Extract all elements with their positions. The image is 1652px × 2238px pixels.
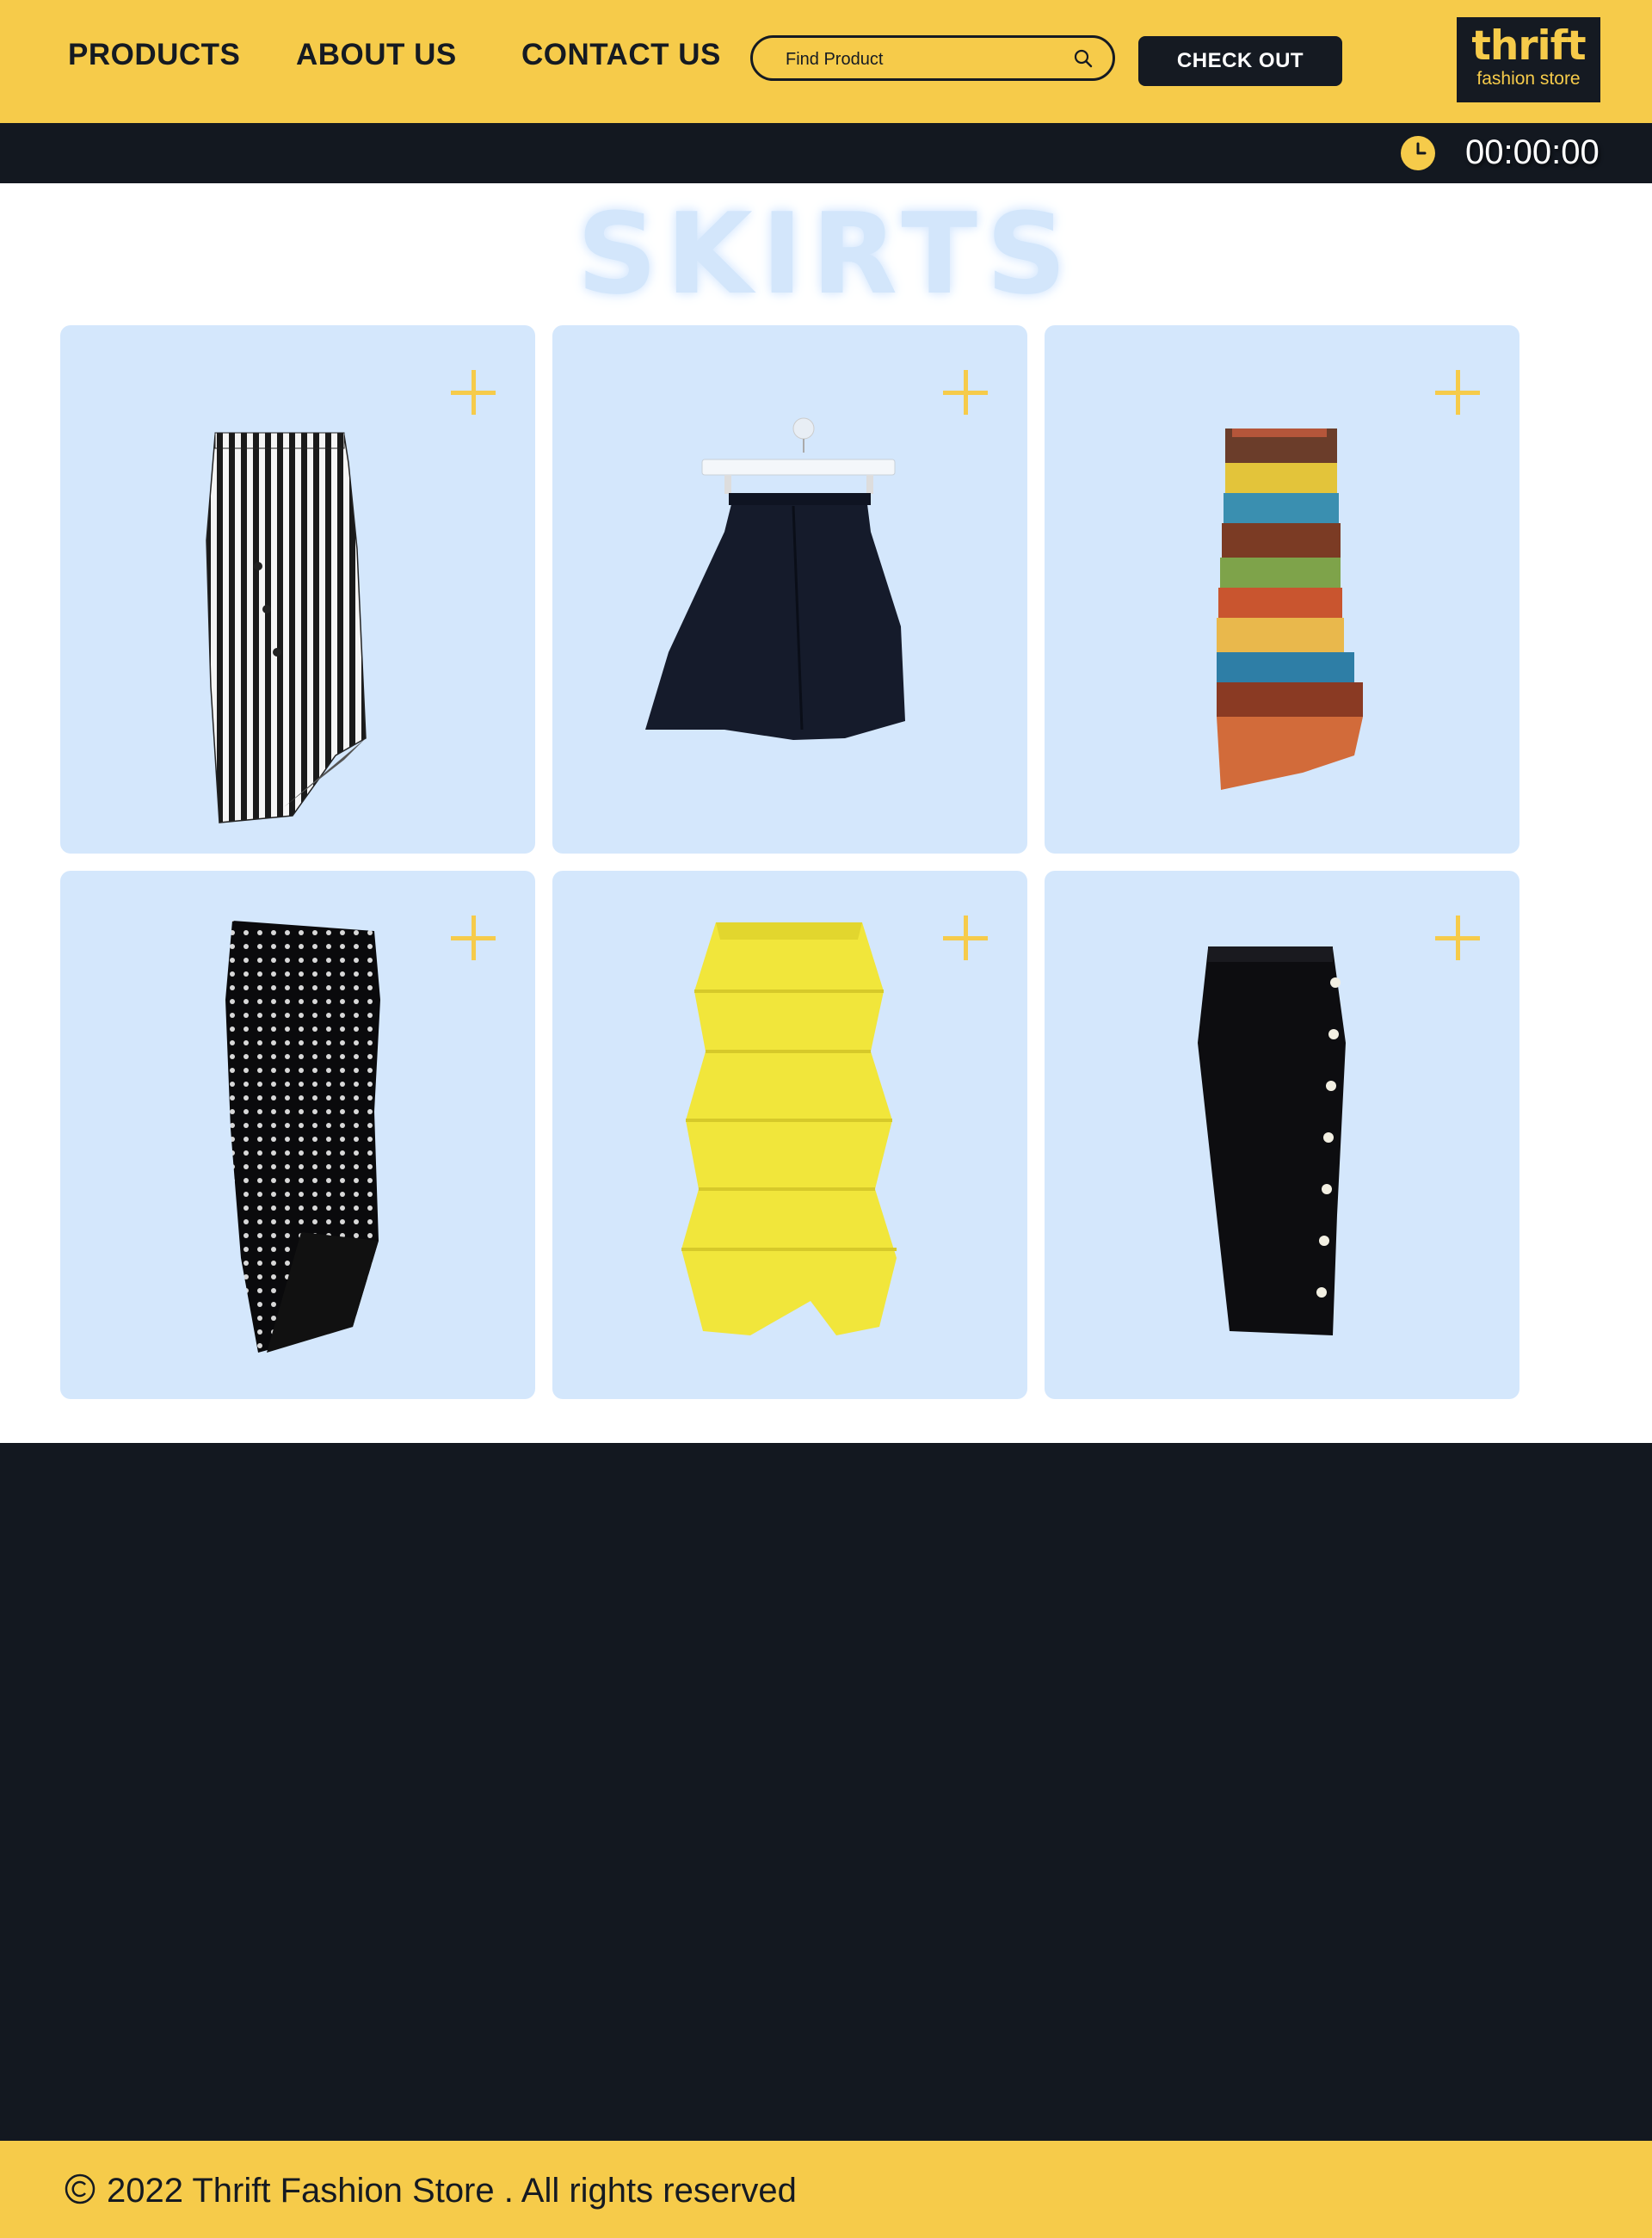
timer-display: 00:00:00 (1465, 133, 1600, 171)
add-to-cart-plus-icon[interactable] (451, 370, 496, 415)
search-icon[interactable] (1073, 48, 1094, 69)
timer-bar: 00:00:00 (0, 123, 1652, 183)
nav-products[interactable]: PRODUCTS (68, 38, 240, 72)
search-input[interactable] (784, 46, 1063, 73)
product-card[interactable] (1045, 325, 1519, 854)
clock-icon (1401, 136, 1435, 170)
product-card[interactable] (60, 325, 535, 854)
add-to-cart-plus-icon[interactable] (943, 916, 988, 960)
search-box (750, 35, 1115, 81)
checkout-button[interactable]: CHECK OUT (1138, 36, 1342, 86)
add-to-cart-plus-icon[interactable] (451, 916, 496, 960)
add-to-cart-plus-icon[interactable] (1435, 370, 1480, 415)
logo-subtext: fashion store (1476, 69, 1581, 89)
product-card[interactable] (552, 325, 1027, 854)
add-to-cart-plus-icon[interactable] (943, 370, 988, 415)
logo[interactable]: thrift fashion store (1457, 17, 1600, 102)
logo-text: thrift (1471, 22, 1586, 70)
nav-contact-us[interactable]: CONTACT US (521, 38, 721, 72)
nav-about-us[interactable]: ABOUT US (296, 38, 457, 72)
add-to-cart-plus-icon[interactable] (1435, 916, 1480, 960)
footer-copyright-text: 2022 Thrift Fashion Store . All rights r… (107, 2172, 797, 2210)
footer: 2022 Thrift Fashion Store . All rights r… (0, 2141, 1652, 2238)
top-header: PRODUCTS ABOUT US CONTACT US CHECK OUT t… (0, 0, 1652, 123)
copyright-icon (65, 2173, 96, 2204)
product-card[interactable] (552, 871, 1027, 1399)
product-card[interactable] (60, 871, 535, 1399)
page-title: SKIRTS (576, 188, 1076, 319)
dark-content-section (0, 1443, 1652, 2141)
product-card[interactable] (1045, 871, 1519, 1399)
